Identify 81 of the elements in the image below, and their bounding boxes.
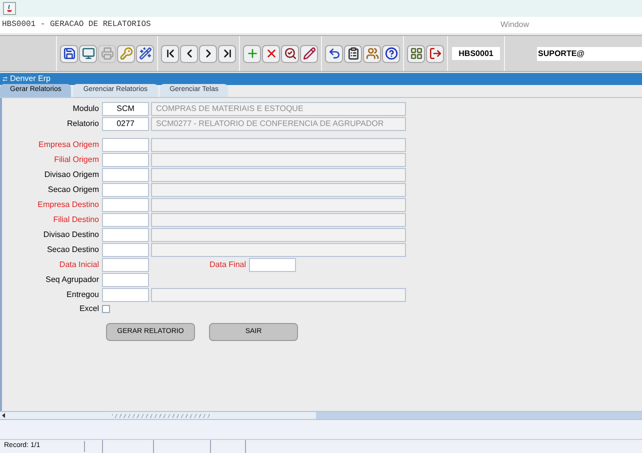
code-field[interactable]	[102, 152, 149, 166]
field-label: Modulo	[72, 102, 100, 114]
date-field[interactable]	[249, 258, 296, 272]
undo-icon	[328, 47, 340, 60]
clipboard-button[interactable]	[344, 44, 362, 62]
code-field[interactable]	[102, 242, 149, 256]
user-field: SUPORTE@	[537, 46, 642, 60]
monitor-button[interactable]	[79, 44, 97, 62]
field-label: Secao Destino	[46, 244, 100, 256]
scroll-left-icon[interactable]	[0, 413, 7, 418]
description-field[interactable]	[151, 228, 406, 242]
description-field[interactable]	[151, 182, 406, 196]
window-title: HBS0001 - GERACAO DE RELATORIOS	[2, 19, 151, 31]
code-field[interactable]: 0277	[102, 116, 149, 130]
next-record-button[interactable]	[199, 44, 217, 62]
help-button[interactable]	[382, 44, 400, 62]
description-field[interactable]	[151, 138, 406, 152]
save-button[interactable]	[60, 44, 78, 62]
field-label: Divisao Destino	[42, 228, 100, 240]
java-icon[interactable]	[3, 2, 16, 15]
code-field[interactable]	[102, 228, 149, 242]
input-field[interactable]	[102, 272, 149, 286]
exit-button[interactable]	[426, 44, 444, 62]
description-field[interactable]	[151, 198, 406, 212]
field-label: Excel	[78, 303, 100, 315]
menu-button[interactable]	[407, 44, 425, 62]
field-label: Divisao Origem	[43, 168, 100, 180]
delete-button[interactable]	[262, 44, 280, 62]
description-field[interactable]	[151, 212, 406, 226]
field-label: Data Final	[208, 258, 247, 270]
users-icon	[366, 47, 378, 60]
save-icon	[62, 47, 76, 60]
code-field[interactable]	[102, 182, 149, 196]
code-field[interactable]	[102, 138, 149, 152]
exit-icon	[428, 47, 442, 60]
help-icon	[384, 47, 398, 60]
description-field[interactable]	[151, 168, 406, 182]
code-field[interactable]	[102, 288, 149, 302]
code-field[interactable]	[102, 212, 149, 226]
edit-icon	[302, 47, 316, 60]
add-button[interactable]	[243, 44, 261, 62]
wand-button[interactable]	[136, 44, 154, 62]
description-field[interactable]	[151, 288, 406, 302]
window-menu[interactable]: Window	[500, 19, 529, 31]
field-label: Filial Origem	[53, 154, 100, 166]
field-label: Filial Destino	[52, 214, 100, 226]
code-field[interactable]: SCM	[102, 102, 149, 116]
monitor-icon	[82, 47, 94, 60]
clipboard-icon	[346, 47, 360, 60]
add-icon	[246, 47, 258, 60]
app-icon	[2, 76, 8, 82]
code-field[interactable]	[102, 198, 149, 212]
description-field[interactable]	[151, 152, 406, 166]
menu-icon	[410, 47, 422, 60]
printer-icon	[100, 47, 114, 60]
checkbox[interactable]	[102, 305, 110, 313]
field-label: Empresa Destino	[36, 198, 100, 210]
previous-record-button[interactable]	[180, 44, 198, 62]
app-title: Denver Erp	[10, 73, 50, 85]
undo-button[interactable]	[325, 44, 343, 62]
key-button[interactable]	[117, 44, 135, 62]
first-record-button[interactable]	[161, 44, 179, 62]
query-icon	[284, 47, 296, 60]
query-button[interactable]	[281, 44, 299, 62]
form-code-field: HBS0001	[452, 47, 500, 60]
date-field[interactable]	[102, 258, 149, 272]
delete-icon	[264, 47, 278, 60]
field-label: Seq Agrupador	[44, 274, 100, 286]
code-field[interactable]	[102, 168, 149, 182]
edit-button[interactable]	[300, 44, 318, 62]
field-label: Relatorio	[66, 118, 100, 130]
field-label: Data Inicial	[58, 258, 100, 270]
key-icon	[120, 47, 132, 60]
users-button[interactable]	[363, 44, 381, 62]
horizontal-scrollbar[interactable]	[0, 411, 642, 420]
last-record-button[interactable]	[218, 44, 236, 62]
field-label: Entregou	[66, 288, 100, 300]
wand-icon	[138, 47, 152, 60]
field-label: Secao Origem	[46, 184, 100, 196]
field-label: Empresa Origem	[38, 138, 100, 150]
description-field[interactable]	[151, 242, 406, 256]
